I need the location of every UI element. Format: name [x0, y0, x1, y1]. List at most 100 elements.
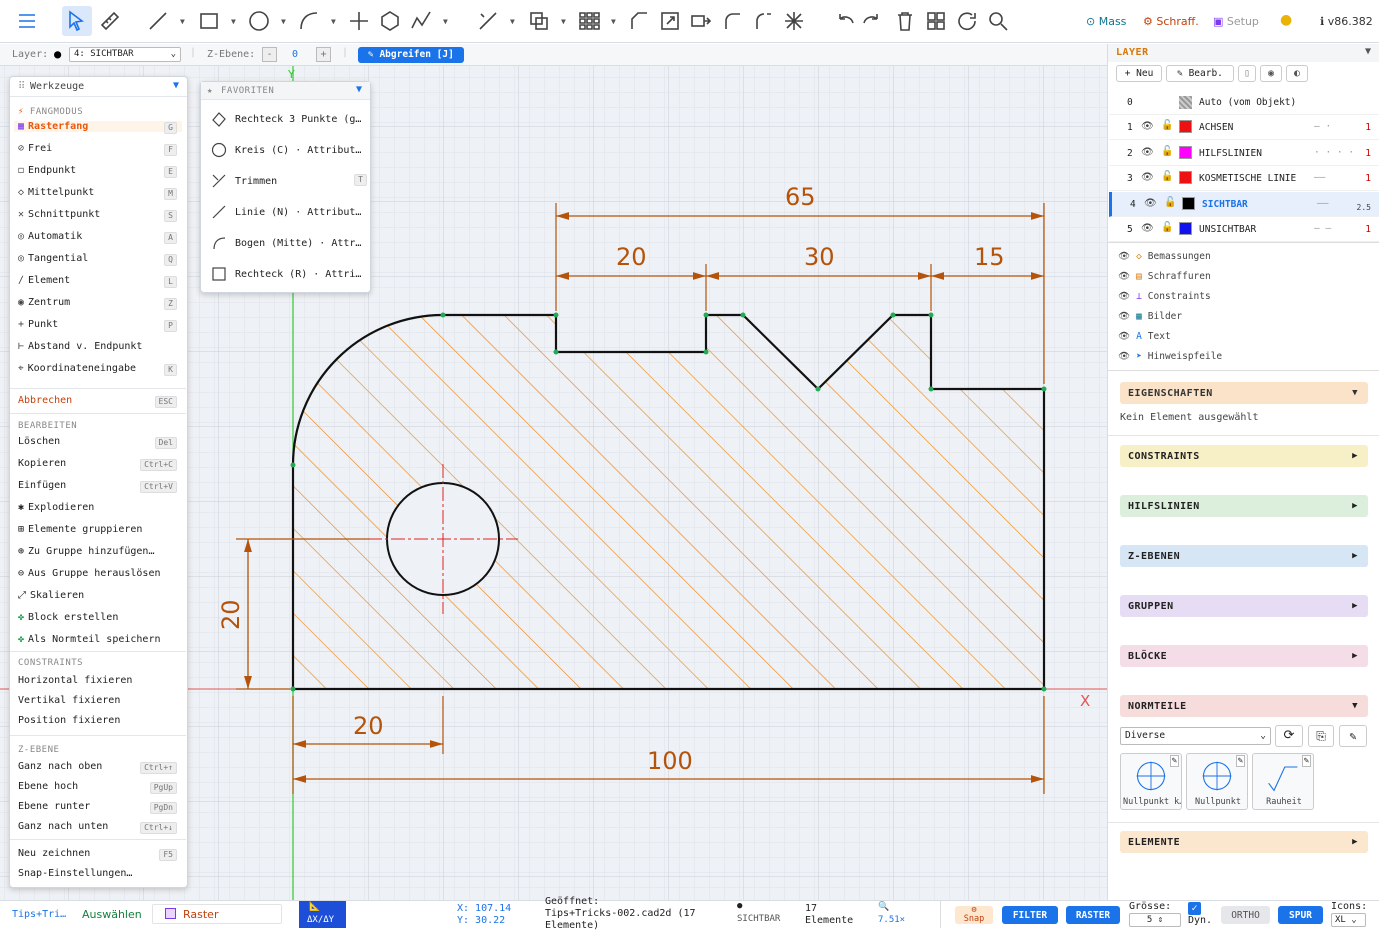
layer-panel-header[interactable]: LAYER ▼	[1108, 44, 1379, 62]
edit-item[interactable]: Einfügen	[18, 480, 66, 491]
eye-icon[interactable]: 👁	[1118, 271, 1130, 282]
setup-button[interactable]: ▣ Setup	[1213, 15, 1259, 28]
zoom-all-icon[interactable]	[921, 6, 951, 36]
pencil-icon[interactable]: ✎	[1169, 755, 1179, 767]
eye-icon[interactable]: 👁	[1118, 311, 1130, 322]
theme-toggle-icon[interactable]: ●	[1280, 12, 1292, 28]
move-tool-icon[interactable]	[686, 6, 716, 36]
snap-item[interactable]: ◎ Tangential	[18, 253, 88, 264]
snap-item[interactable]: ⌖ Koordinateneingabe	[18, 363, 136, 374]
normteil-card[interactable]: ✎ Nullpunkt k…	[1120, 753, 1182, 810]
gruppen-section[interactable]: GRUPPEN ▶	[1120, 595, 1368, 617]
layer-visibility-icon[interactable]: ◉	[1260, 65, 1282, 82]
edit-item[interactable]: ✱ Explodieren	[18, 502, 94, 513]
dim-text-15[interactable]: 15	[974, 243, 1005, 271]
snap-item[interactable]: ▦ Rasterfang	[14, 121, 182, 132]
snap-item[interactable]: ⊘ Frei	[18, 143, 52, 154]
sublayer-item[interactable]: 👁 ➤ Hinweispfeile	[1118, 351, 1222, 362]
layer-contrast-icon[interactable]: ◐	[1286, 65, 1308, 82]
favorite-item[interactable]: Trimmen T	[211, 166, 367, 196]
select-tool-icon[interactable]	[62, 6, 92, 36]
edit-item[interactable]: Kopieren	[18, 458, 66, 469]
polygon-tool-icon[interactable]	[375, 6, 405, 36]
z-item[interactable]: Ganz nach oben	[18, 761, 102, 772]
snap-item[interactable]: ◎ Automatik	[18, 231, 82, 242]
constraint-item[interactable]: Vertikal fixieren	[18, 695, 120, 706]
zebenen-section[interactable]: Z-EBENEN ▶	[1120, 545, 1368, 567]
polyline-tool-icon[interactable]	[406, 6, 436, 36]
dim-text-20-vertical[interactable]: 20	[217, 599, 245, 630]
collapse-icon[interactable]: ▼	[1365, 46, 1371, 57]
layer-row[interactable]: 1 👁 🔓 ACHSEN — · 1	[1109, 115, 1379, 140]
line-tool-icon[interactable]	[143, 6, 173, 36]
z-item[interactable]: Ebene hoch	[18, 781, 78, 792]
dim-text-65[interactable]: 65	[785, 183, 816, 211]
menu-icon[interactable]	[12, 6, 42, 36]
snap-item[interactable]: ◉ Zentrum	[18, 297, 70, 308]
lock-icon[interactable]: 🔓	[1164, 197, 1176, 208]
normteile-section[interactable]: NORMTEILE ▼	[1120, 695, 1368, 717]
eigenschaften-section[interactable]: EIGENSCHAFTEN ▼	[1120, 382, 1368, 404]
snap-settings-button[interactable]: Snap-Einstellungen…	[18, 868, 132, 879]
z-item[interactable]: Ganz nach unten	[18, 821, 108, 832]
collapse-icon[interactable]: ▼	[356, 84, 362, 95]
spur-button[interactable]: SPUR	[1278, 906, 1323, 924]
zebene-plus-button[interactable]: +	[316, 47, 331, 62]
fillet-tool-icon[interactable]	[717, 6, 747, 36]
ortho-button[interactable]: ORTHO	[1221, 906, 1270, 924]
arc-tool-icon[interactable]	[294, 6, 324, 36]
edit-item[interactable]: ⊕ Zu Gruppe hinzufügen…	[18, 546, 154, 557]
edit-icon[interactable]: ✎	[1339, 725, 1367, 747]
edit-item[interactable]: ✤ Als Normteil speichern	[18, 634, 160, 645]
icons-select[interactable]: XL ⌄	[1331, 913, 1366, 927]
sublayer-item[interactable]: 👁 ◇ Bemassungen	[1118, 251, 1211, 262]
lock-icon[interactable]: 🔓	[1161, 222, 1173, 233]
favorite-item[interactable]: Kreis (C) · Attribut…	[211, 135, 367, 165]
z-item[interactable]: Ebene runter	[18, 801, 90, 812]
layer-color-swatch[interactable]	[1179, 145, 1192, 159]
eye-icon[interactable]: 👁	[1118, 331, 1130, 342]
mass-toggle[interactable]: ⊙ Mass	[1086, 15, 1126, 28]
dyn-checkbox[interactable]: ✓	[1188, 902, 1201, 915]
snap-item[interactable]: ◇ Mittelpunkt	[18, 187, 94, 198]
chevron-down-icon[interactable]: ▼	[331, 17, 336, 26]
favorite-item[interactable]: Bogen (Mitte) · Attr…	[211, 228, 367, 258]
pencil-icon[interactable]: ✎	[1301, 755, 1311, 767]
trim-tool-icon[interactable]	[473, 6, 503, 36]
tools-panel-header[interactable]: ⠿ Werkzeuge ▼	[10, 77, 187, 97]
explode-tool-icon[interactable]	[779, 6, 809, 36]
snap-toggle[interactable]: ⚙ Snap	[955, 906, 993, 924]
eye-icon[interactable]: 👁	[1144, 198, 1157, 209]
layer-edit-button[interactable]: ✎ Bearb.	[1166, 65, 1234, 82]
chevron-down-icon[interactable]: ▼	[510, 17, 515, 26]
favorite-item[interactable]: Rechteck 3 Punkte (g…	[211, 104, 367, 134]
chevron-down-icon[interactable]: ▼	[611, 17, 616, 26]
collapse-icon[interactable]: ▼	[173, 80, 179, 91]
drawing-canvas[interactable]: X Y 65 20 30 15 20 20 100 ⠿ Werkzeuge ▼ …	[0, 66, 1107, 900]
normteil-card[interactable]: ✎ Nullpunkt	[1186, 753, 1248, 810]
schraff-toggle[interactable]: ⚙ Schraff.	[1143, 15, 1199, 28]
sublayer-item[interactable]: 👁 A Text	[1118, 331, 1171, 342]
snap-item[interactable]: + Punkt	[18, 319, 58, 330]
trash-icon[interactable]	[890, 6, 920, 36]
chamfer-tool-icon[interactable]	[624, 6, 654, 36]
layer-row[interactable]: 2 👁 🔓 HILFSLINIEN · · · · 1	[1109, 141, 1379, 166]
extend-tool-icon[interactable]	[748, 6, 778, 36]
sublayer-item[interactable]: 👁 ▤ Schraffuren	[1118, 271, 1211, 282]
elemente-section[interactable]: ELEMENTE ▶	[1120, 831, 1368, 853]
sublayer-item[interactable]: 👁 ⟂ Constraints	[1118, 291, 1211, 302]
constraints-section[interactable]: CONSTRAINTS ▶	[1120, 445, 1368, 467]
undo-icon[interactable]	[829, 6, 859, 36]
layer-select[interactable]: 4: SICHTBAR ⌄	[69, 47, 181, 62]
scale-tool-icon[interactable]	[655, 6, 685, 36]
chevron-down-icon[interactable]: ▼	[180, 17, 185, 26]
edit-item[interactable]: Löschen	[18, 436, 60, 447]
snap-item[interactable]: ⊢ Abstand v. Endpunkt	[18, 341, 142, 352]
abbrechen-button[interactable]: Abbrechen	[18, 395, 72, 406]
layer-color-swatch[interactable]	[1179, 171, 1192, 184]
delta-toggle-button[interactable]: 📐 ΔX/ΔY	[299, 901, 346, 928]
bloecke-section[interactable]: BLÖCKE ▶	[1120, 645, 1368, 667]
lock-icon[interactable]: 🔓	[1161, 171, 1173, 182]
edit-item[interactable]: ✤ Block erstellen	[18, 612, 118, 623]
circle-tool-icon[interactable]	[244, 6, 274, 36]
